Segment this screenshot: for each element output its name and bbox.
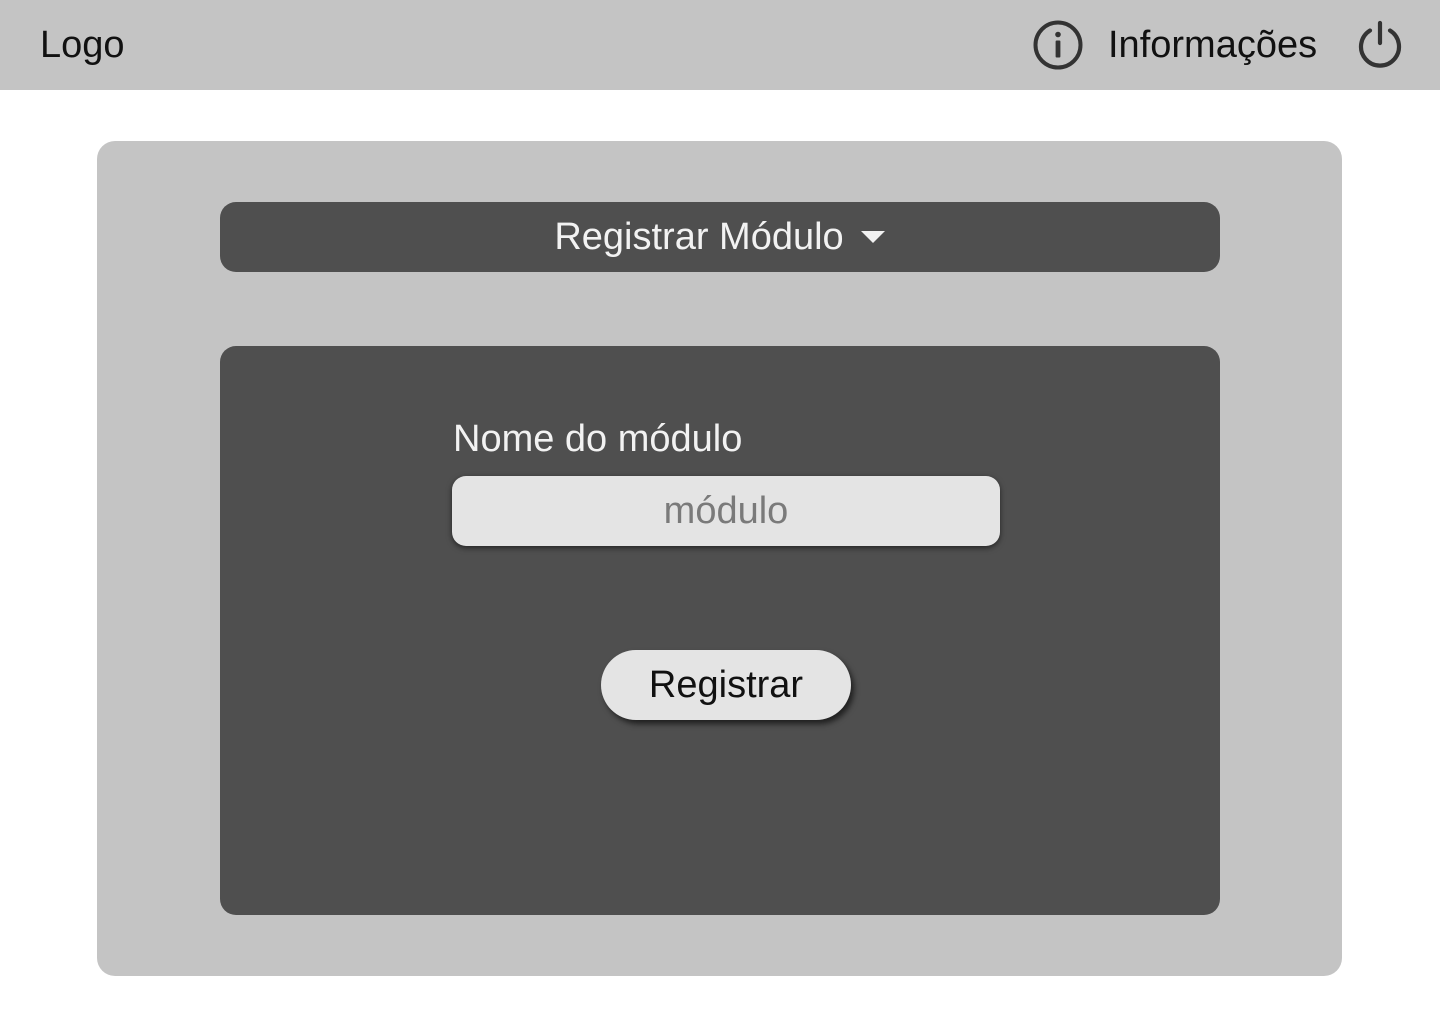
logo[interactable]: Logo <box>40 22 125 68</box>
module-menu-dropdown[interactable]: Registrar Módulo <box>220 202 1220 272</box>
main-panel: Registrar Módulo Nome do módulo Registra… <box>97 141 1342 976</box>
power-icon[interactable] <box>1354 19 1406 71</box>
module-menu-label: Registrar Módulo <box>554 216 844 258</box>
module-name-label: Nome do módulo <box>453 418 743 460</box>
module-name-input[interactable] <box>452 476 1000 546</box>
info-icon[interactable] <box>1032 19 1084 71</box>
register-module-form: Nome do módulo Registrar <box>220 346 1220 915</box>
caret-down-icon <box>860 231 885 243</box>
register-button[interactable]: Registrar <box>601 650 851 720</box>
top-bar: Logo Informações <box>0 0 1440 90</box>
info-link[interactable]: Informações <box>1108 22 1317 68</box>
